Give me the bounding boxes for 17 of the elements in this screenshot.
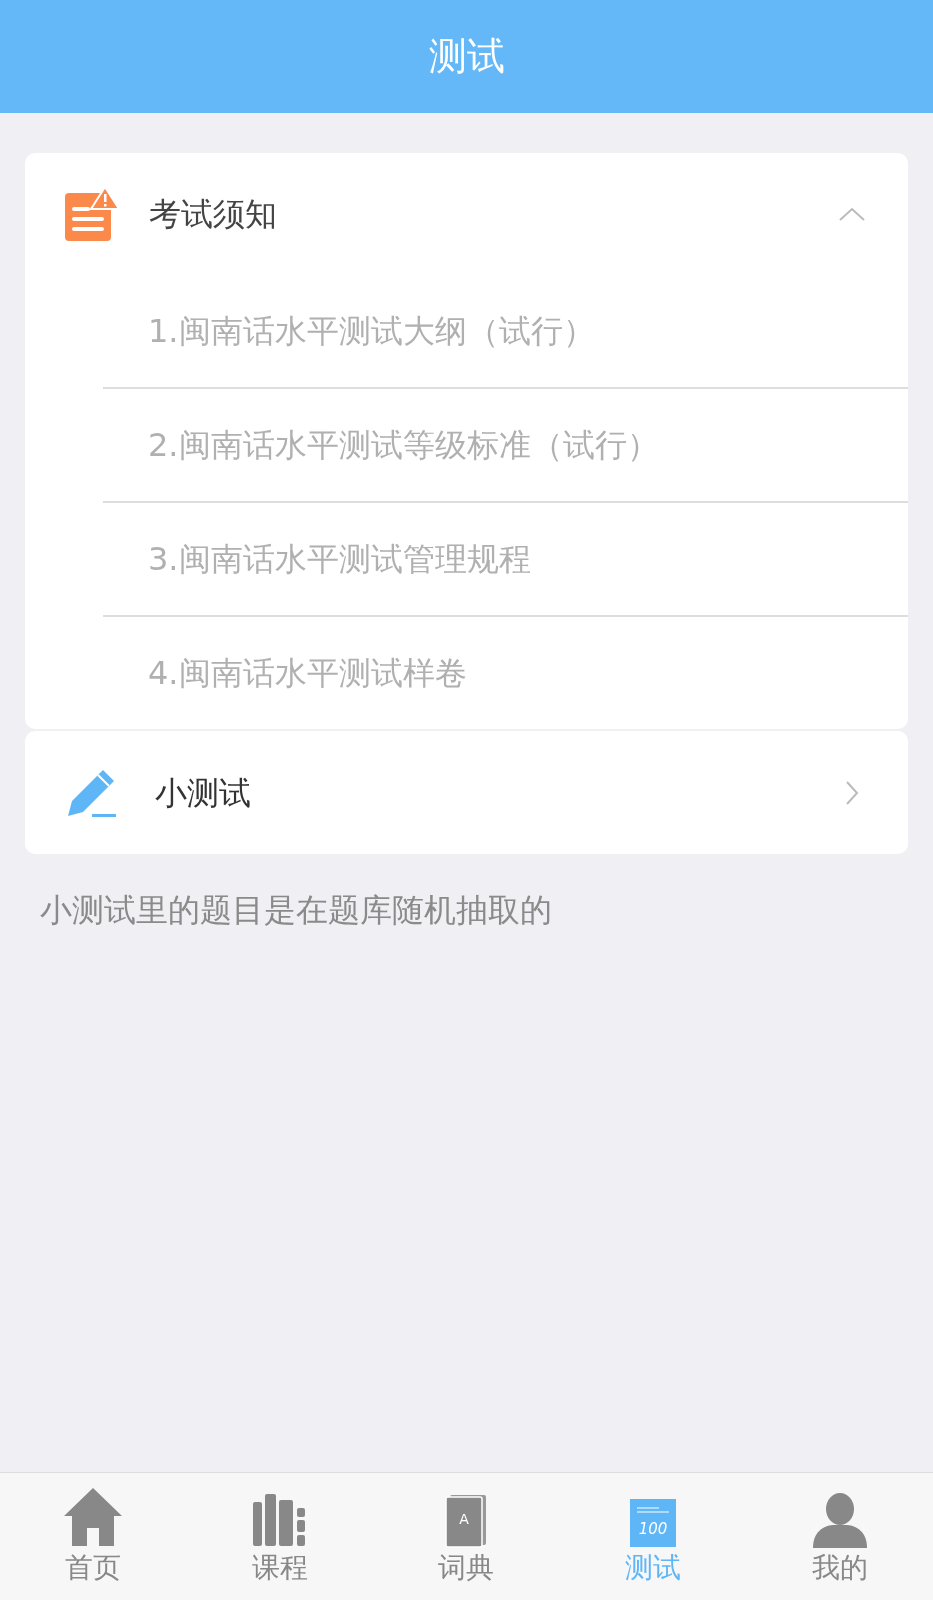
- section-title: 考试须知: [149, 194, 278, 235]
- quiz-title: 小测试: [155, 772, 252, 814]
- quiz-row[interactable]: 小测试: [25, 731, 908, 854]
- tab[interactable]: A 词典: [373, 1473, 560, 1600]
- document-link[interactable]: 1.闽南话水平测试大纲（试行）: [148, 307, 595, 355]
- tab[interactable]: 我的: [746, 1473, 933, 1600]
- document-link[interactable]: 4.闽南话水平测试样卷: [148, 649, 467, 697]
- notice-header[interactable]: 考试须知: [25, 153, 908, 275]
- page-title: 测试: [428, 33, 505, 80]
- hint-text: 小测试里的题目是在题库随机抽取的: [40, 890, 553, 931]
- score-sheet-icon: 100: [629, 1498, 678, 1548]
- document-link[interactable]: 3.闽南话水平测试管理规程: [148, 535, 531, 583]
- tab[interactable]: 课程: [186, 1473, 374, 1600]
- tab[interactable]: 100 测试: [559, 1473, 747, 1600]
- document-link[interactable]: 2.闽南话水平测试等级标准（试行）: [148, 421, 659, 469]
- tab[interactable]: 首页: [0, 1473, 187, 1600]
- person-icon: [810, 1492, 869, 1548]
